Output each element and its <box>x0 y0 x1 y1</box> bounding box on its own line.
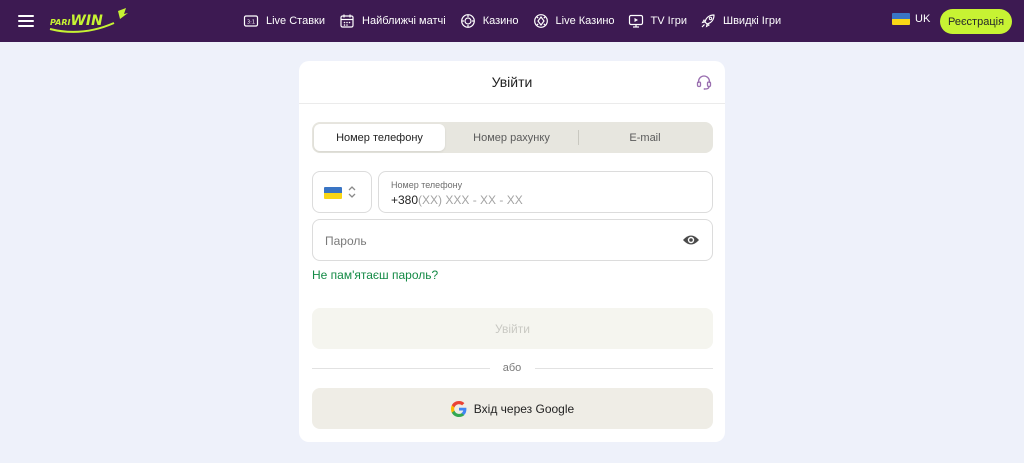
eye-icon[interactable] <box>682 233 700 247</box>
phone-prefix: +380 <box>391 193 419 207</box>
nav-casino[interactable]: Казино <box>460 0 519 42</box>
logo-text-small: PARI <box>50 18 71 27</box>
nav-upcoming-matches-label: Найближчі матчі <box>362 15 446 27</box>
language-switcher[interactable]: UK <box>892 13 930 25</box>
support-headset-icon[interactable] <box>695 73 713 91</box>
nav-fast-games-label: Швидкі Ігри <box>723 15 782 27</box>
login-card: Увійти Номер телефону Номер рахунку E-ma… <box>299 61 725 442</box>
password-placeholder: Пароль <box>325 234 367 248</box>
ukraine-flag-icon <box>324 187 342 199</box>
register-button[interactable]: Реєстрація <box>940 9 1012 34</box>
phone-input-value: +380(XX) XXX - XX - XX <box>391 193 523 207</box>
nav-casino-label: Казино <box>482 15 519 27</box>
password-input[interactable]: Пароль <box>312 219 713 261</box>
live-bets-icon: 3:1 <box>243 15 259 27</box>
country-code-select[interactable] <box>312 171 372 213</box>
google-login-label: Вхід через Google <box>473 401 575 416</box>
svg-text:3:1: 3:1 <box>247 20 255 26</box>
login-card-header: Увійти <box>299 61 725 104</box>
tab-email[interactable]: E-mail <box>579 124 711 151</box>
nav-live-bets[interactable]: 3:1 Live Ставки <box>243 0 325 42</box>
ukraine-flag-icon <box>892 13 910 25</box>
language-label: UK <box>915 13 931 25</box>
live-casino-icon <box>533 14 548 28</box>
tab-phone-number[interactable]: Номер телефону <box>314 124 445 151</box>
nav-live-casino[interactable]: Live Казино <box>533 0 615 42</box>
main-nav: 3:1 Live Ставки Найближчі матчі Казино L… <box>243 0 781 42</box>
forgot-password-link[interactable]: Не пам'ятаєш пароль? <box>312 268 438 282</box>
menu-icon[interactable] <box>18 14 34 28</box>
pariwin-logo[interactable]: PARIWIN <box>48 7 128 35</box>
google-login-button[interactable]: Вхід через Google <box>312 388 713 429</box>
nav-live-casino-label: Live Казино <box>555 15 615 27</box>
logo-text-big: WIN <box>70 13 103 29</box>
phone-mask: (XX) XXX - XX - XX <box>418 193 523 207</box>
nav-live-bets-label: Live Ставки <box>266 15 326 27</box>
phone-input-label: Номер телефону <box>391 180 463 190</box>
casino-chip-icon <box>460 14 475 28</box>
phone-input[interactable]: Номер телефону +380(XX) XXX - XX - XX <box>378 171 713 213</box>
login-title: Увійти <box>491 74 533 90</box>
tab-account-number[interactable]: Номер рахунку <box>445 124 578 151</box>
nav-fast-games[interactable]: Швидкі Ігри <box>700 0 781 42</box>
divider-right <box>535 368 713 369</box>
google-icon <box>450 400 467 417</box>
rocket-icon <box>701 14 715 28</box>
tv-icon <box>628 14 643 28</box>
calendar-icon <box>340 14 354 28</box>
chevron-up-down-icon <box>348 186 356 198</box>
login-method-tabs: Номер телефону Номер рахунку E-mail <box>312 122 713 153</box>
top-header: PARIWIN 3:1 Live Ставки Найближчі матчі … <box>0 0 1024 42</box>
nav-tv-games-label: TV Ігри <box>650 15 687 27</box>
nav-upcoming-matches[interactable]: Найближчі матчі <box>339 0 446 42</box>
nav-tv-games[interactable]: TV Ігри <box>628 0 687 42</box>
login-submit-button[interactable]: Увійти <box>312 308 713 349</box>
